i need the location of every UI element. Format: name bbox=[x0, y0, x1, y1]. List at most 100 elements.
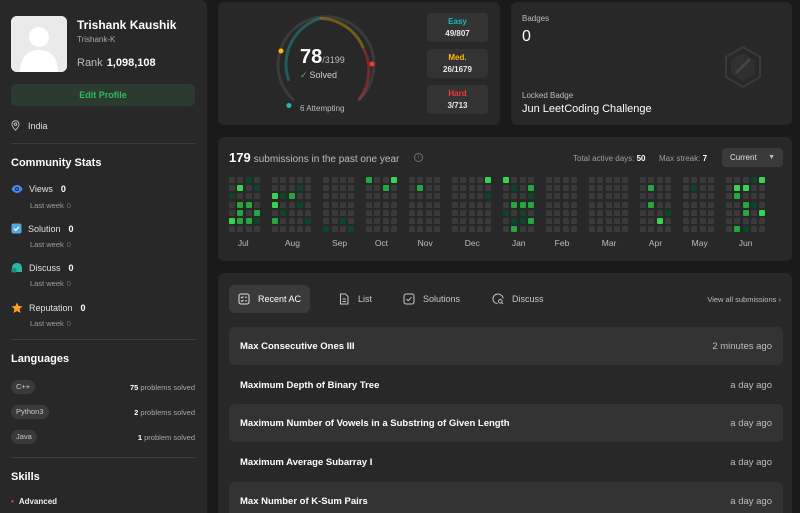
heatmap-cell[interactable] bbox=[382, 218, 389, 224]
heatmap-cell[interactable] bbox=[725, 177, 732, 183]
heatmap-cell[interactable] bbox=[229, 209, 235, 216]
heatmap-cell[interactable] bbox=[511, 201, 518, 208]
heatmap-cell[interactable] bbox=[759, 218, 766, 224]
heatmap-cell[interactable] bbox=[245, 201, 252, 208]
heatmap-cell[interactable] bbox=[485, 193, 492, 200]
heatmap-cell[interactable] bbox=[528, 209, 535, 216]
tab-list[interactable]: List bbox=[329, 285, 381, 313]
heatmap-cell[interactable] bbox=[622, 177, 629, 183]
heatmap-cell[interactable] bbox=[656, 201, 663, 208]
heatmap-cell[interactable] bbox=[348, 177, 355, 183]
heatmap-cell[interactable] bbox=[382, 177, 389, 183]
heatmap-cell[interactable] bbox=[682, 177, 689, 183]
heatmap-cell[interactable] bbox=[708, 185, 715, 192]
heatmap-cell[interactable] bbox=[622, 185, 629, 192]
heatmap-cell[interactable] bbox=[460, 193, 467, 200]
heatmap-cell[interactable] bbox=[229, 185, 235, 192]
heatmap-cell[interactable] bbox=[708, 218, 715, 224]
heatmap-cell[interactable] bbox=[597, 177, 604, 183]
heatmap-cell[interactable] bbox=[613, 193, 620, 200]
heatmap-cell[interactable] bbox=[468, 177, 475, 183]
heatmap-cell[interactable] bbox=[554, 201, 561, 208]
heatmap-cell[interactable] bbox=[613, 177, 620, 183]
heatmap-cell[interactable] bbox=[408, 209, 415, 216]
heatmap-cell[interactable] bbox=[759, 201, 766, 208]
heatmap-cell[interactable] bbox=[468, 218, 475, 224]
heatmap-cell[interactable] bbox=[434, 201, 441, 208]
difficulty-easy[interactable]: Easy 49/807 bbox=[427, 13, 488, 42]
heatmap-cell[interactable] bbox=[485, 209, 492, 216]
heatmap-cell[interactable] bbox=[460, 209, 467, 216]
tab-discuss[interactable]: Discuss bbox=[483, 285, 553, 313]
heatmap-cell[interactable] bbox=[425, 201, 432, 208]
heatmap-cell[interactable] bbox=[408, 201, 415, 208]
heatmap-cell[interactable] bbox=[554, 218, 561, 224]
heatmap-cell[interactable] bbox=[434, 177, 441, 183]
difficulty-hard[interactable]: Hard 3/713 bbox=[427, 85, 488, 114]
heatmap-cell[interactable] bbox=[468, 201, 475, 208]
heatmap-cell[interactable] bbox=[622, 226, 629, 233]
heatmap-cell[interactable] bbox=[528, 193, 535, 200]
heatmap-cell[interactable] bbox=[588, 218, 595, 224]
heatmap-cell[interactable] bbox=[759, 226, 766, 233]
heatmap-cell[interactable] bbox=[605, 226, 612, 233]
heatmap-cell[interactable] bbox=[288, 185, 295, 192]
heatmap-cell[interactable] bbox=[382, 226, 389, 233]
heatmap-cell[interactable] bbox=[588, 185, 595, 192]
heatmap-cell[interactable] bbox=[545, 209, 552, 216]
heatmap-cell[interactable] bbox=[708, 193, 715, 200]
heatmap-cell[interactable] bbox=[485, 218, 492, 224]
heatmap-cell[interactable] bbox=[503, 185, 509, 192]
heatmap-cell[interactable] bbox=[750, 226, 757, 233]
heatmap-cell[interactable] bbox=[391, 193, 398, 200]
heatmap-cell[interactable] bbox=[511, 185, 518, 192]
heatmap-cell[interactable] bbox=[374, 201, 381, 208]
heatmap-cell[interactable] bbox=[605, 177, 612, 183]
language-chip[interactable]: Java bbox=[11, 430, 37, 444]
heatmap-cell[interactable] bbox=[708, 201, 715, 208]
heatmap-cell[interactable] bbox=[605, 185, 612, 192]
heatmap-cell[interactable] bbox=[640, 177, 646, 183]
heatmap-cell[interactable] bbox=[331, 226, 338, 233]
heatmap-cell[interactable] bbox=[519, 209, 526, 216]
heatmap-cell[interactable] bbox=[759, 185, 766, 192]
heatmap-cell[interactable] bbox=[245, 193, 252, 200]
heatmap-cell[interactable] bbox=[339, 226, 346, 233]
heatmap-cell[interactable] bbox=[597, 209, 604, 216]
heatmap-cell[interactable] bbox=[297, 209, 304, 216]
heatmap-cell[interactable] bbox=[759, 209, 766, 216]
heatmap-cell[interactable] bbox=[528, 185, 535, 192]
heatmap-cell[interactable] bbox=[348, 185, 355, 192]
heatmap-cell[interactable] bbox=[434, 218, 441, 224]
tab-solutions[interactable]: Solutions bbox=[394, 285, 469, 313]
heatmap-cell[interactable] bbox=[691, 226, 698, 233]
heatmap-cell[interactable] bbox=[699, 201, 706, 208]
heatmap-cell[interactable] bbox=[374, 177, 381, 183]
heatmap-cell[interactable] bbox=[699, 226, 706, 233]
heatmap-cell[interactable] bbox=[640, 209, 646, 216]
heatmap-cell[interactable] bbox=[245, 209, 252, 216]
heatmap-cell[interactable] bbox=[691, 201, 698, 208]
heatmap-cell[interactable] bbox=[665, 209, 672, 216]
heatmap-cell[interactable] bbox=[229, 177, 235, 183]
heatmap-cell[interactable] bbox=[613, 218, 620, 224]
heatmap-cell[interactable] bbox=[331, 177, 338, 183]
heatmap-cell[interactable] bbox=[665, 218, 672, 224]
heatmap-cell[interactable] bbox=[571, 209, 578, 216]
heatmap-cell[interactable] bbox=[554, 226, 561, 233]
heatmap-cell[interactable] bbox=[280, 226, 287, 233]
heatmap-cell[interactable] bbox=[254, 209, 261, 216]
heatmap-cell[interactable] bbox=[562, 185, 569, 192]
heatmap-cell[interactable] bbox=[528, 226, 535, 233]
heatmap-cell[interactable] bbox=[725, 193, 732, 200]
heatmap-cell[interactable] bbox=[288, 193, 295, 200]
heatmap-cell[interactable] bbox=[271, 226, 278, 233]
heatmap-cell[interactable] bbox=[366, 226, 372, 233]
heatmap-cell[interactable] bbox=[545, 193, 552, 200]
heatmap-cell[interactable] bbox=[339, 218, 346, 224]
heatmap-cell[interactable] bbox=[305, 177, 312, 183]
heatmap-cell[interactable] bbox=[451, 177, 458, 183]
submission-row[interactable]: Maximum Average Subarray I a day ago bbox=[229, 443, 783, 481]
heatmap-cell[interactable] bbox=[528, 177, 535, 183]
heatmap-cell[interactable] bbox=[691, 177, 698, 183]
